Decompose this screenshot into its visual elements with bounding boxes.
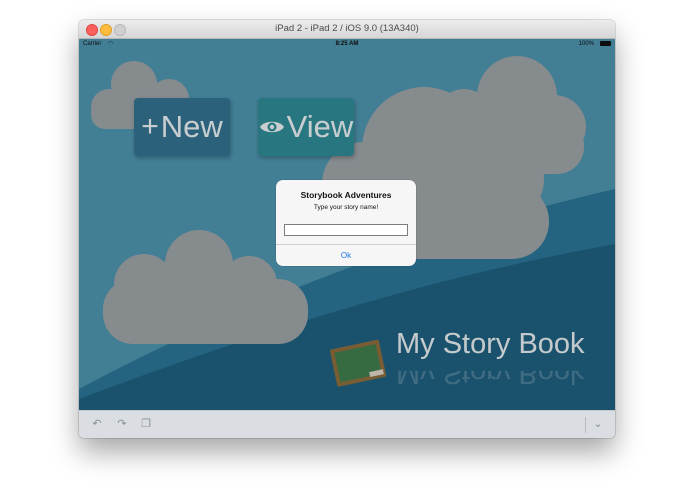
- device-screen: Carrier ◠ 8:25 AM 100% + New View My Sto…: [79, 39, 615, 410]
- simulator-toolbar: ↶ ↷ ❐ ⌄: [79, 410, 615, 438]
- undo-icon[interactable]: ↶: [90, 417, 104, 431]
- window-titlebar: iPad 2 - iPad 2 / iOS 9.0 (13A340): [79, 20, 615, 39]
- window-title: iPad 2 - iPad 2 / iOS 9.0 (13A340): [275, 23, 419, 34]
- toolbar-divider: [585, 417, 586, 433]
- story-name-input[interactable]: [284, 224, 408, 236]
- copy-icon[interactable]: ❐: [139, 417, 153, 431]
- simulator-window: iPad 2 - iPad 2 / iOS 9.0 (13A340) Carri…: [79, 20, 615, 438]
- story-name-alert: Storybook Adventures Type your story nam…: [276, 180, 416, 266]
- alert-title: Storybook Adventures: [300, 190, 392, 200]
- alert-message: Type your story name!: [313, 204, 379, 211]
- chevron-down-icon[interactable]: ⌄: [591, 417, 605, 431]
- ok-button[interactable]: Ok: [276, 245, 416, 266]
- redo-icon[interactable]: ↷: [115, 417, 129, 431]
